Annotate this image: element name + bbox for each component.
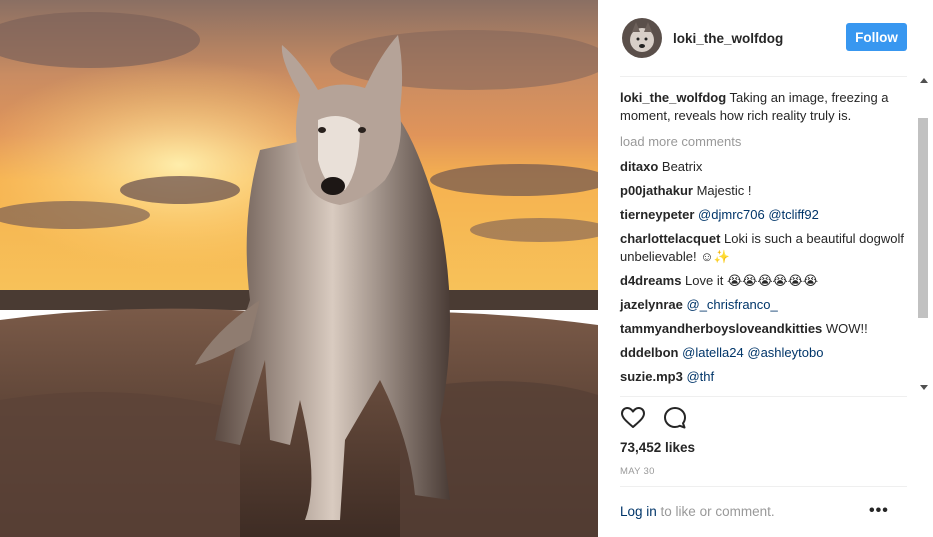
caption-username[interactable]: loki_the_wolfdog [620, 90, 726, 105]
comment-username[interactable]: tammyandherboysloveandkitties [620, 321, 822, 336]
comment-username[interactable]: dddelbon [620, 345, 679, 360]
comment-username[interactable]: d4dreams [620, 273, 681, 288]
avatar[interactable] [622, 18, 662, 58]
scrollbar-thumb[interactable] [918, 118, 928, 318]
scroll-down-arrow-icon[interactable] [920, 385, 928, 390]
post-caption: loki_the_wolfdog Taking an image, freezi… [620, 89, 910, 125]
comment-text: WOW!! [822, 321, 868, 336]
comment-item: tammyandherboysloveandkitties WOW!! [620, 320, 910, 338]
author-username[interactable]: loki_the_wolfdog [673, 31, 783, 46]
mention-link[interactable]: @latella24 [682, 345, 744, 360]
likes-count[interactable]: 73,452 likes [620, 440, 695, 455]
header-divider [620, 76, 907, 77]
comment-item: p00jathakur Majestic ! [620, 182, 910, 200]
post-date[interactable]: MAY 30 [620, 466, 655, 477]
comment-username[interactable]: jazelynrae [620, 297, 683, 312]
mention-link[interactable]: @_chrisfranco_ [687, 297, 778, 312]
instagram-post: loki_the_wolfdog Follow loki_the_wolfdog… [0, 0, 933, 537]
comment-bubble-icon[interactable] [662, 405, 688, 431]
comment-item: d4dreams Love it 😭😭😭😭😭😭 [620, 272, 910, 290]
comment-item: charlottelacquet Loki is such a beautifu… [620, 230, 910, 266]
more-options-icon[interactable]: ••• [869, 503, 889, 519]
mention-link[interactable]: @djmrc706 [698, 207, 765, 222]
comments-scrollbar[interactable] [916, 76, 930, 396]
comment-username[interactable]: charlottelacquet [620, 231, 720, 246]
comment-text: Love it 😭😭😭😭😭😭 [681, 273, 819, 288]
login-prompt: Log in to like or comment. [620, 504, 775, 519]
comment-item: tierneypeter @djmrc706 @tcliff92 [620, 206, 910, 224]
load-more-comments-button[interactable]: load more comments [620, 133, 910, 151]
mention-link[interactable]: @ashleytobo [747, 345, 823, 360]
comment-username[interactable]: p00jathakur [620, 183, 693, 198]
comment-text: Beatrix [658, 159, 703, 174]
comments-list: loki_the_wolfdog Taking an image, freezi… [620, 89, 910, 392]
wolfdog-photo [0, 0, 598, 537]
comment-item: jazelynrae @_chrisfranco_ [620, 296, 910, 314]
follow-button[interactable]: Follow [846, 23, 907, 51]
scroll-up-arrow-icon[interactable] [920, 78, 928, 83]
comment-username[interactable]: tierneypeter [620, 207, 694, 222]
login-link[interactable]: Log in [620, 504, 657, 519]
comment-item: ditaxo Beatrix [620, 158, 910, 176]
comment-item: dddelbon @latella24 @ashleytobo [620, 344, 910, 362]
post-photo[interactable] [0, 0, 598, 537]
comment-text: Majestic ! [692, 183, 752, 198]
heart-icon[interactable] [620, 405, 646, 431]
comment-username[interactable]: suzie.mp3 [620, 369, 683, 384]
mention-link[interactable]: @tcliff92 [768, 207, 819, 222]
comment-item: suzie.mp3 @thf [620, 368, 910, 386]
post-side-panel: loki_the_wolfdog Follow loki_the_wolfdog… [598, 0, 933, 537]
comment-username[interactable]: ditaxo [620, 159, 658, 174]
login-prompt-text: to like or comment. [656, 504, 775, 519]
footer-divider [620, 486, 907, 487]
post-header: loki_the_wolfdog Follow [622, 16, 909, 60]
avatar-image [622, 18, 662, 58]
action-bar [620, 405, 688, 431]
comments-divider [620, 396, 907, 397]
mention-link[interactable]: @thf [686, 369, 714, 384]
